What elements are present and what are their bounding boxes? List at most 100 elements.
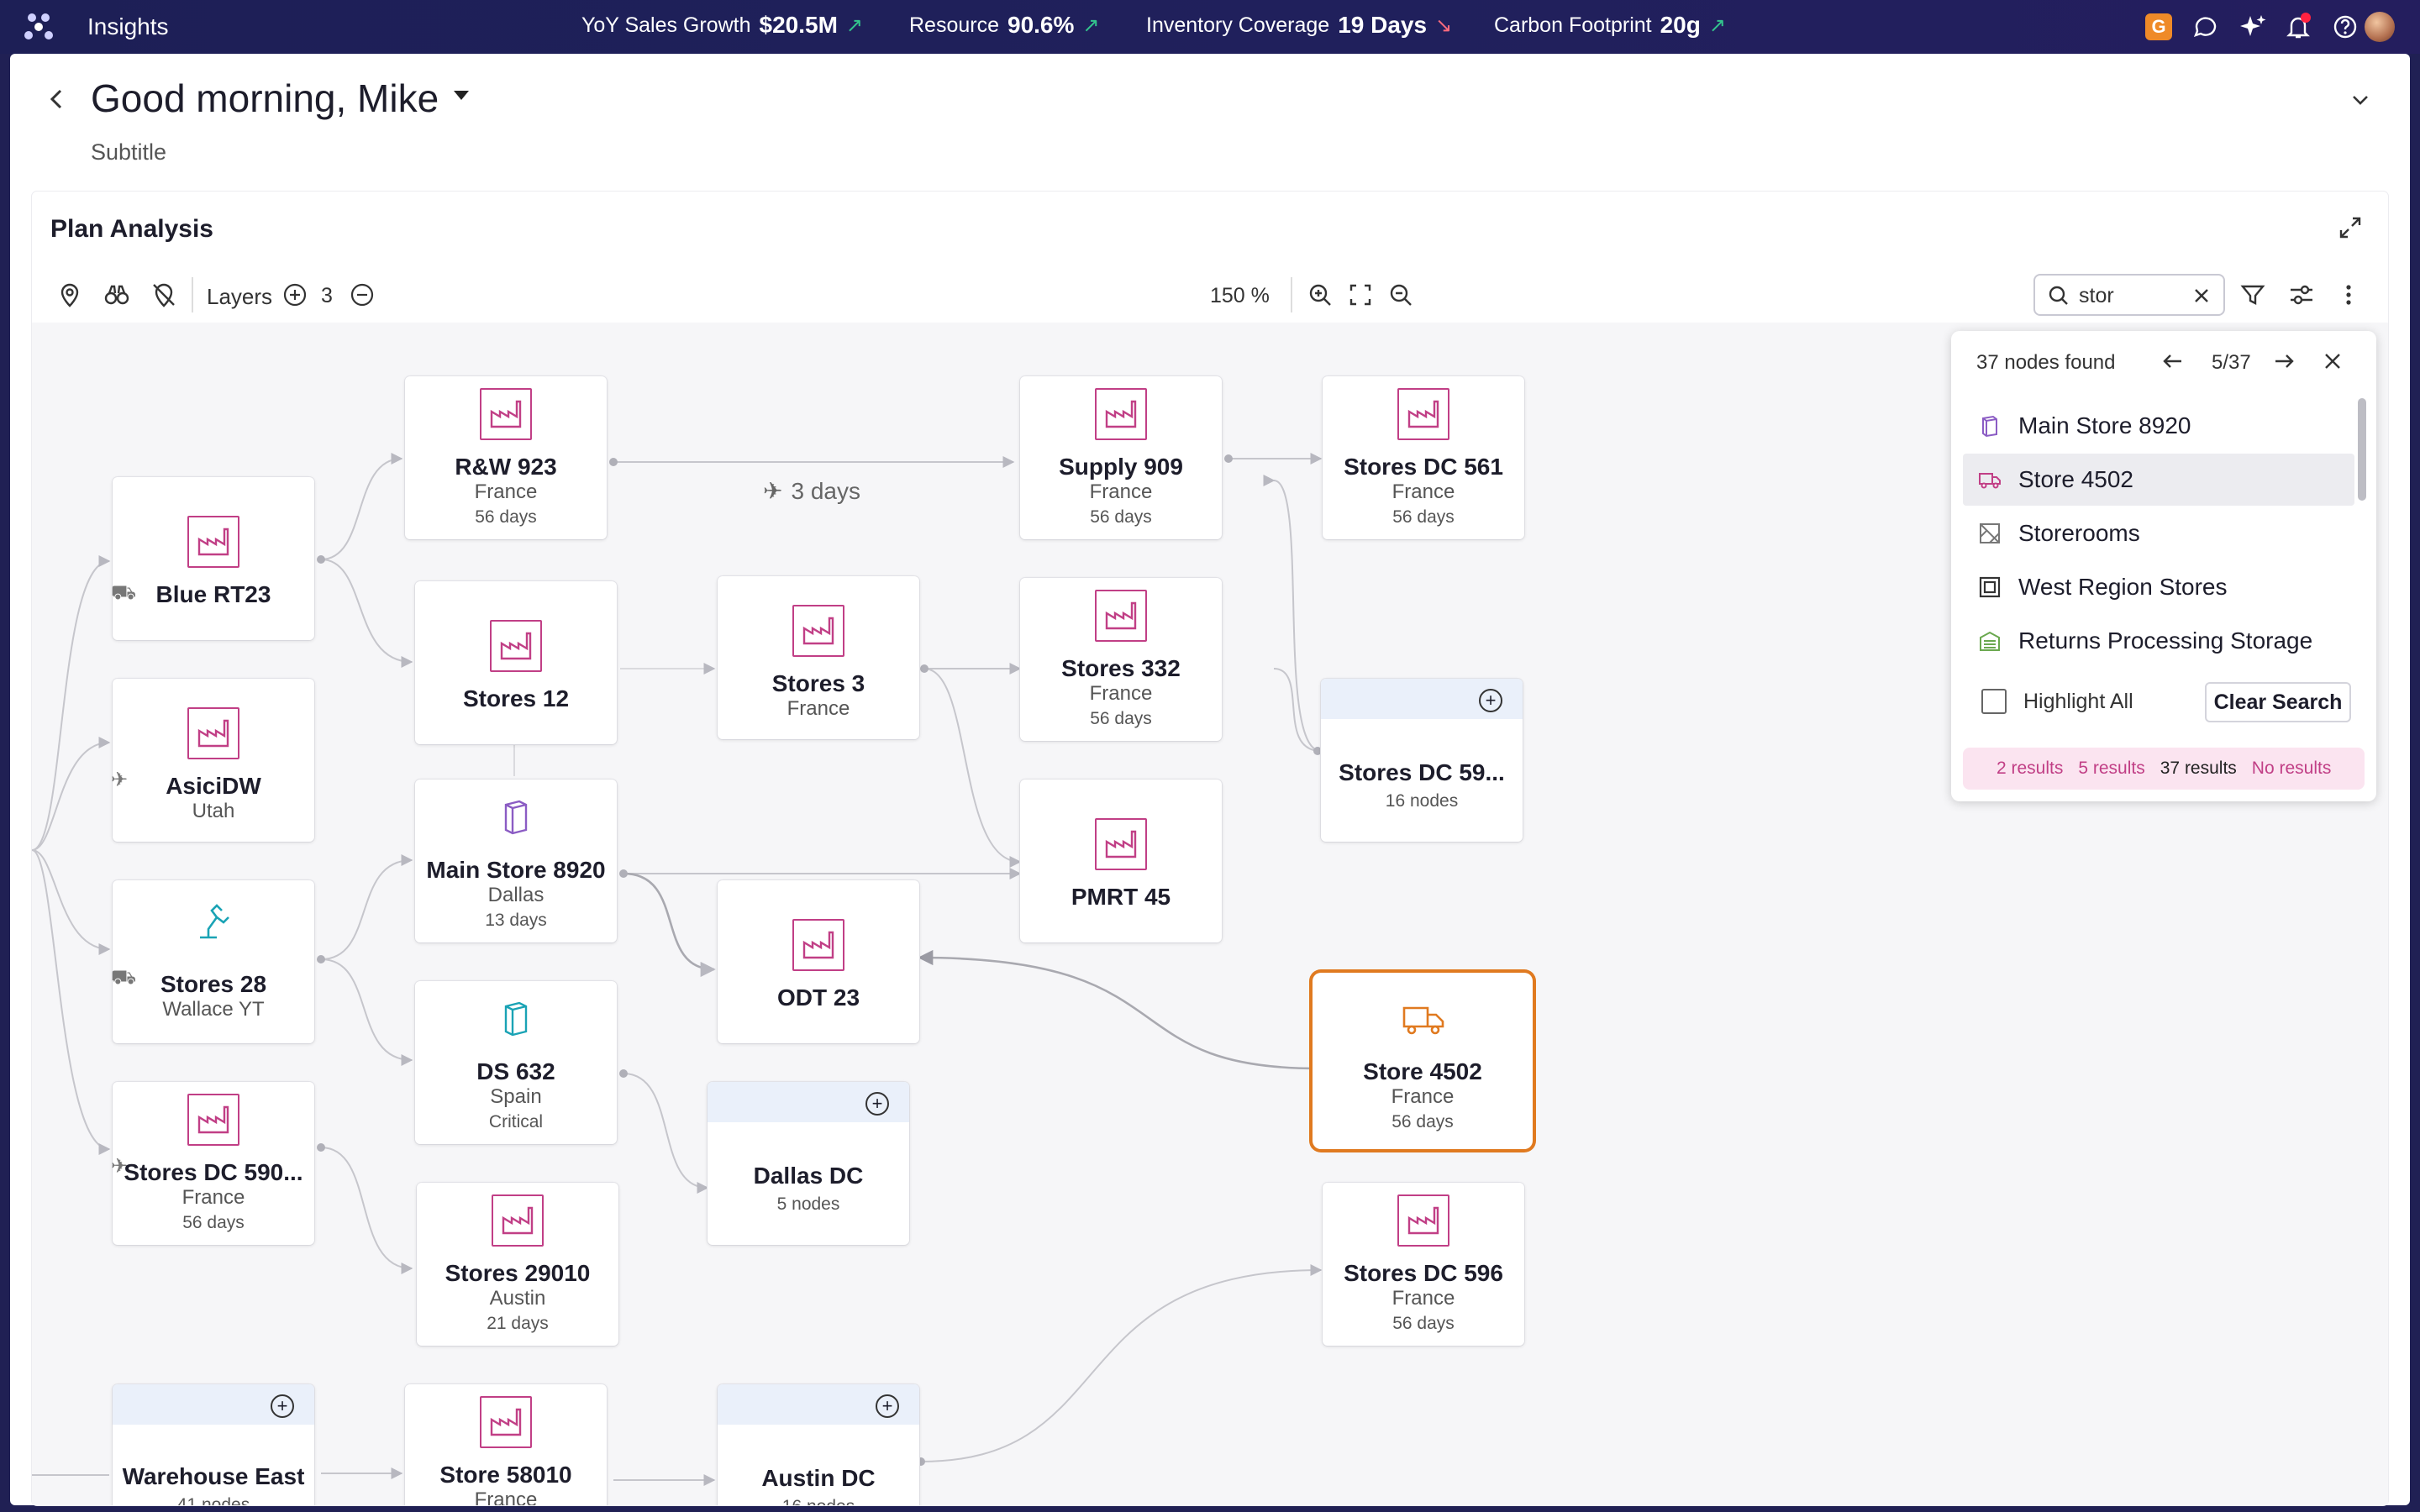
node-name: Blue RT23	[155, 581, 271, 607]
notifications-button[interactable]	[2284, 13, 2312, 41]
hide-location-icon[interactable]	[150, 281, 178, 309]
remove-layer-icon[interactable]	[348, 281, 376, 309]
node-pmrt-45[interactable]: PMRT 45	[1020, 780, 1222, 942]
clear-search-button[interactable]: Clear Search	[2205, 682, 2351, 722]
prev-result-arrow-icon[interactable]	[2160, 348, 2186, 375]
notification-dot	[2301, 13, 2311, 23]
chip-no-results[interactable]: No results	[2252, 759, 2332, 779]
g-badge[interactable]: G	[2144, 13, 2173, 41]
zoom-in-icon[interactable]	[1306, 281, 1334, 309]
chip-2-results[interactable]: 2 results	[1996, 759, 2063, 779]
results-page: 5/37	[2212, 351, 2251, 374]
next-result-arrow-icon[interactable]	[2270, 348, 2297, 375]
node-location: Utah	[192, 800, 235, 822]
expand-group-icon[interactable]: +	[1479, 689, 1502, 712]
expand-group-icon[interactable]: +	[865, 1092, 889, 1116]
fit-screen-icon[interactable]	[1346, 281, 1375, 309]
more-options-icon[interactable]	[2334, 281, 2363, 309]
panel-title: Plan Analysis	[50, 215, 213, 243]
highlight-all-row[interactable]: Highlight All	[1981, 689, 2133, 714]
node-stores-12[interactable]: Stores 12	[415, 581, 617, 744]
highlight-all-checkbox[interactable]	[1981, 689, 2007, 714]
app-logo-icon[interactable]	[22, 10, 55, 44]
node-odt-23[interactable]: ODT 23	[718, 880, 919, 1043]
node-location: France	[1089, 682, 1153, 705]
close-results-icon[interactable]	[2321, 349, 2344, 373]
binoculars-icon[interactable]	[103, 281, 131, 309]
edge	[1273, 668, 1322, 752]
edge	[320, 1147, 413, 1274]
chevron-down-icon[interactable]	[454, 91, 469, 100]
node-supply-909[interactable]: Supply 909 France 56 days	[1020, 376, 1222, 539]
expand-group-icon[interactable]: +	[271, 1394, 294, 1418]
group-name: Austin DC	[761, 1465, 876, 1491]
location-pin-icon[interactable]	[55, 281, 84, 309]
node-store-58010[interactable]: Store 58010 France	[405, 1384, 607, 1505]
edge	[623, 1073, 709, 1194]
node-asicidw[interactable]: ✈ AsiciDW Utah	[111, 679, 314, 842]
kpi-sales-growth[interactable]: YoY Sales Growth $20.5M ↗	[581, 12, 863, 39]
trend-up-icon: ↗	[845, 13, 864, 37]
help-icon[interactable]	[2331, 13, 2360, 41]
result-item-active[interactable]: Store 4502	[1963, 454, 2354, 506]
node-stores-dc-590[interactable]: ✈ Stores DC 590... France 56 days	[111, 1082, 314, 1245]
results-count: 37 nodes found	[1976, 351, 2116, 374]
back-arrow-icon[interactable]	[42, 81, 71, 118]
node-location: France	[786, 697, 850, 720]
chip-5-results[interactable]: 5 results	[2078, 759, 2144, 779]
zoom-out-icon[interactable]	[1386, 281, 1415, 309]
group-warehouse-east[interactable]: + Warehouse East 41 nodes	[113, 1384, 314, 1505]
settings-sliders-icon[interactable]	[2287, 281, 2316, 309]
node-name: Stores 12	[462, 685, 570, 711]
node-rw-923[interactable]: R&W 923 France 56 days	[405, 376, 607, 539]
node-stores-dc-561[interactable]: Stores DC 561 France 56 days	[1323, 376, 1524, 539]
result-item[interactable]: Returns Processing Storage	[1963, 615, 2354, 667]
kpi-resource[interactable]: Resource 90.6% ↗	[909, 12, 1100, 39]
group-name: Stores DC 59...	[1339, 759, 1505, 785]
result-item[interactable]: Main Store 8920	[1963, 400, 2354, 452]
node-stores-332[interactable]: Stores 332 France 56 days	[1020, 578, 1222, 741]
results-scrollbar[interactable]	[2358, 398, 2366, 501]
kpi-carbon-footprint[interactable]: Carbon Footprint 20g ↗	[1494, 12, 1726, 39]
search-box[interactable]	[2033, 274, 2225, 316]
node-stores-29010[interactable]: Stores 29010 Austin 21 days	[417, 1183, 618, 1346]
filter-icon[interactable]	[2238, 281, 2267, 309]
node-stores-3[interactable]: Stores 3 France	[718, 576, 919, 739]
storeroom-icon	[1980, 523, 2000, 543]
expand-group-icon[interactable]: +	[876, 1394, 899, 1418]
group-name: Warehouse East	[122, 1463, 305, 1489]
chat-icon[interactable]	[2191, 13, 2220, 41]
collapse-chevron-icon[interactable]	[2348, 87, 2373, 113]
node-stores-28[interactable]: ⛟ Stores 28 Wallace YT	[111, 880, 314, 1043]
edge	[32, 849, 111, 955]
add-layer-icon[interactable]	[281, 281, 309, 309]
result-label: Store 4502	[2018, 466, 2133, 492]
node-ds-632[interactable]: DS 632 Spain Critical	[415, 981, 617, 1144]
result-item[interactable]: Storerooms	[1963, 507, 2354, 559]
group-stores-dc-59[interactable]: + Stores DC 59... 16 nodes	[1321, 679, 1523, 842]
group-dallas-dc[interactable]: + Dallas DC 5 nodes	[708, 1082, 909, 1245]
node-stores-dc-596[interactable]: Stores DC 596 France 56 days	[1323, 1183, 1524, 1346]
page-title[interactable]: Good morning, Mike	[91, 76, 439, 121]
expand-icon[interactable]	[2336, 213, 2365, 242]
factory-icon	[492, 1194, 544, 1247]
sparkle-icon[interactable]	[2238, 13, 2267, 41]
chip-37-results[interactable]: 37 results	[2160, 759, 2237, 779]
avatar[interactable]	[2365, 12, 2395, 42]
result-item[interactable]: West Region Stores	[1963, 561, 2354, 613]
edge	[623, 872, 716, 978]
node-main-store-8920[interactable]: Main Store 8920 Dallas 13 days	[415, 780, 617, 942]
node-name: PMRT 45	[1071, 884, 1171, 910]
kpi-value: 19 Days	[1338, 12, 1428, 38]
node-blue-rt23[interactable]: ⛟ Blue RT23	[111, 477, 314, 640]
node-location: France	[1089, 480, 1153, 503]
search-input[interactable]	[2079, 282, 2180, 309]
clear-search-icon[interactable]	[2191, 286, 2212, 306]
node-store-4502-selected[interactable]: Store 4502 France 56 days	[1313, 973, 1533, 1149]
result-label: West Region Stores	[2018, 574, 2228, 600]
group-austin-dc[interactable]: + Austin DC 16 nodes	[718, 1384, 919, 1505]
highlight-all-label: Highlight All	[2023, 689, 2133, 713]
kpi-inventory-coverage[interactable]: Inventory Coverage 19 Days ↘	[1146, 12, 1452, 39]
edge	[923, 668, 1022, 868]
node-location: Spain	[490, 1085, 542, 1108]
